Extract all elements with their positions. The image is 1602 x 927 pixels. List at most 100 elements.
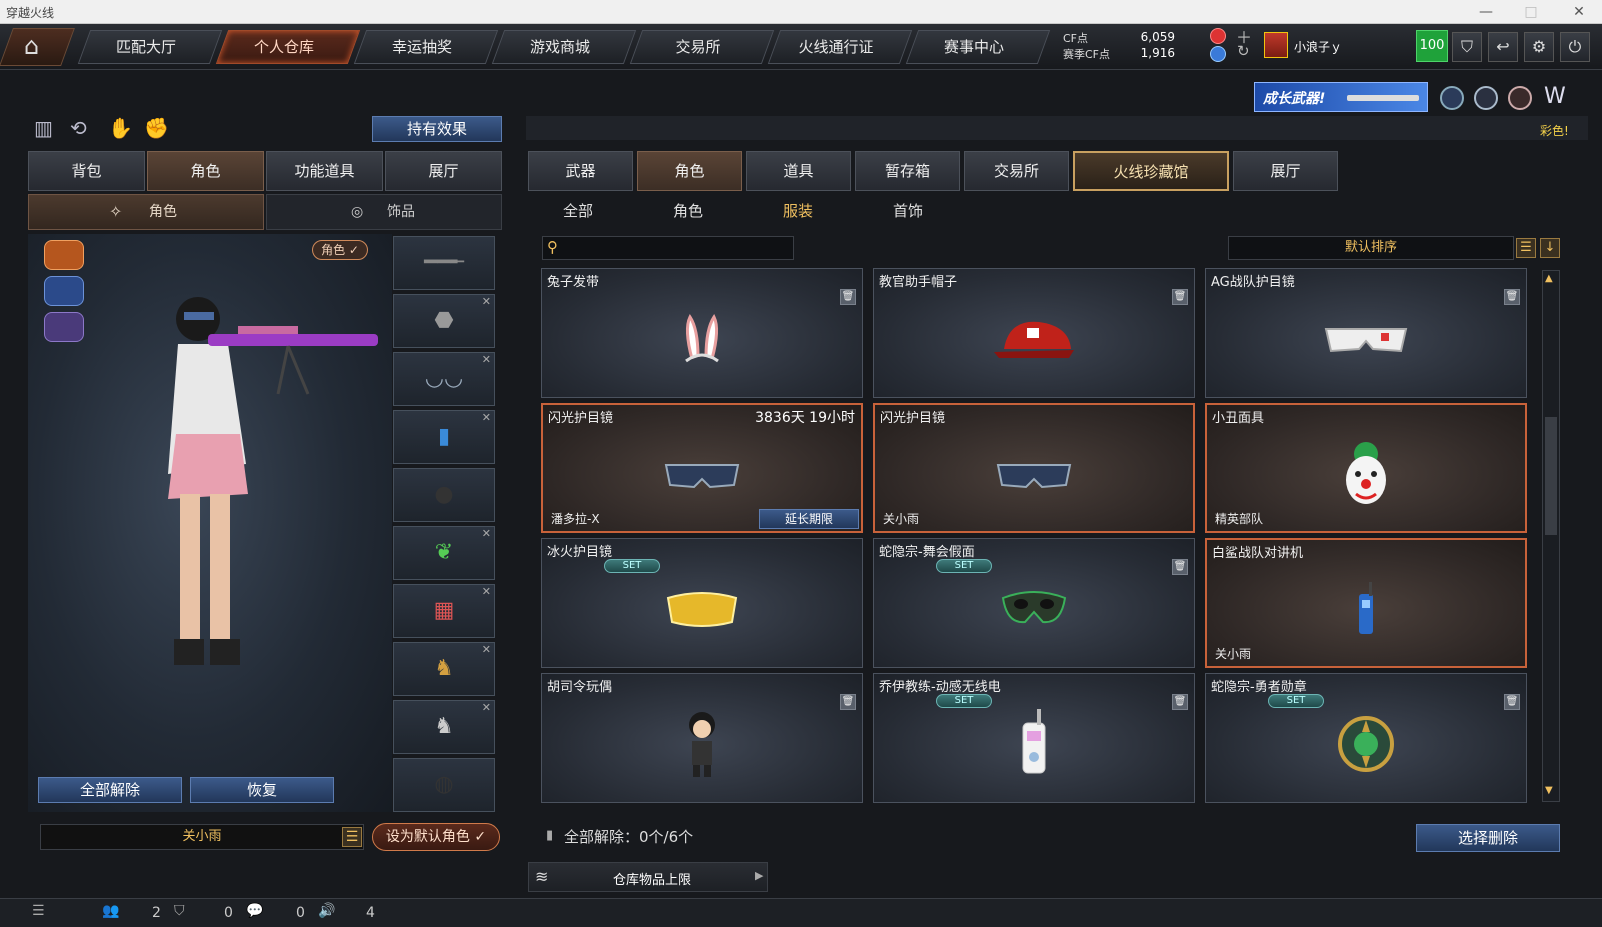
faction-icon-2[interactable] (44, 276, 84, 306)
badge-icon-2[interactable] (1474, 86, 1498, 110)
scroll-up-icon[interactable]: ▲ (1545, 273, 1553, 284)
settings-icon[interactable]: ⚙ (1524, 32, 1554, 62)
rtab-items[interactable]: 道具 (746, 151, 851, 191)
maximize-icon[interactable]: □ (1520, 2, 1542, 22)
search-icon: ⚲ (547, 238, 558, 256)
growth-weapon-banner[interactable]: 成长武器! (1254, 82, 1428, 112)
volume-icon[interactable]: 🔊 (318, 903, 335, 919)
tab-backpack[interactable]: 背包 (28, 151, 145, 191)
search-box[interactable]: ⚲ (542, 236, 794, 260)
item-card[interactable]: 胡司令玩偶 🗑 (541, 673, 863, 803)
item-card[interactable]: 闪光护目镜 关小雨 (873, 403, 1195, 533)
restore-button[interactable]: 恢复 (190, 777, 334, 803)
item-card[interactable]: 兔子发带 🗑 (541, 268, 863, 398)
minimize-icon[interactable]: — (1475, 2, 1497, 22)
medal-icon (1338, 716, 1394, 772)
expand-icon[interactable]: ▶ (755, 869, 763, 882)
character-preview[interactable]: 角色 ✓ (28, 234, 392, 812)
bookmark-icon: ▮ (546, 828, 554, 843)
doll-icon (689, 712, 715, 777)
slot-radio[interactable]: ✕ ▮ (393, 410, 495, 464)
slot-accessory-green[interactable]: ✕ ❦ (393, 526, 495, 580)
shield-icon[interactable]: ⛉ (1452, 32, 1482, 62)
set-default-character-button[interactable]: 设为默认角色 ✓ (372, 823, 500, 851)
item-card[interactable]: 冰火护目镜 SET (541, 538, 863, 668)
sort-direction-icon[interactable]: ↓ (1540, 238, 1560, 258)
category-clothing[interactable]: 服装 (748, 200, 848, 221)
slot-gold-dragon[interactable]: ✕ ♞ (393, 642, 495, 696)
scroll-down-icon[interactable]: ▼ (1545, 785, 1553, 796)
rtab-showroom[interactable]: 展厅 (1233, 151, 1338, 191)
refresh-icon[interactable]: ↻ (1237, 42, 1250, 60)
slot-card[interactable]: ✕ ▦ (393, 584, 495, 638)
item-card[interactable]: 教官助手帽子 🗑 (873, 268, 1195, 398)
item-name: 乔伊教练-动感无线电 (879, 680, 1001, 695)
item-art (542, 299, 862, 379)
level-badge[interactable]: 100 (1416, 30, 1448, 62)
faction-icon-3[interactable] (44, 312, 84, 342)
gesture-icon[interactable]: ✊ (144, 116, 169, 140)
rtab-character[interactable]: 角色 (637, 151, 742, 191)
tab-function-items[interactable]: 功能道具 (266, 151, 383, 191)
item-card[interactable]: AG战队护目镜 🗑 (1205, 268, 1527, 398)
slot-ring[interactable]: ◍ (393, 758, 495, 812)
rtab-collection[interactable]: 火线珍藏馆 (1073, 151, 1229, 191)
unequip-all-button[interactable]: 全部解除 (38, 777, 182, 803)
return-icon[interactable]: ↩ (1488, 32, 1518, 62)
tab-showroom[interactable]: 展厅 (385, 151, 502, 191)
category-character[interactable]: 角色 (638, 200, 738, 221)
sparkle-person-icon: ✧ (109, 202, 123, 221)
flash-goggles-icon (664, 464, 740, 489)
grid-scrollbar[interactable]: ▲ ▼ (1542, 270, 1560, 802)
season-cf-label: 赛季CF点 (1063, 48, 1111, 61)
item-card[interactable]: 蛇隐宗-舞会假面 SET 🗑 (873, 538, 1195, 668)
item-card[interactable]: 闪光护目镜 3836天 19小时 潘多拉-X 延长期限 (541, 403, 863, 533)
faction-icon-1[interactable] (44, 240, 84, 270)
slot-empty[interactable]: ● (393, 468, 495, 522)
character-name-field[interactable]: 关小雨 (40, 824, 364, 850)
friends-icon[interactable]: 👥 (102, 903, 119, 919)
rtab-weapons[interactable]: 武器 (528, 151, 633, 191)
category-all[interactable]: 全部 (528, 200, 628, 221)
item-art (874, 569, 1194, 649)
subtab-character[interactable]: ✧ 角色 (28, 194, 264, 230)
search-input[interactable] (569, 239, 789, 257)
rtab-temp-box[interactable]: 暂存箱 (855, 151, 960, 191)
menu-icon[interactable]: ☰ (32, 903, 45, 919)
scrollbar-thumb[interactable] (1545, 417, 1557, 535)
category-jewelry[interactable]: 首饰 (858, 200, 958, 221)
rifle-icon (1347, 95, 1419, 101)
slot-silver-dragon[interactable]: ✕ ♞ (393, 700, 495, 754)
subtab-accessory[interactable]: ◎ 饰品 (266, 194, 502, 230)
close-icon[interactable]: ✕ (1568, 2, 1590, 22)
stats-icon[interactable]: ▥ (34, 116, 53, 140)
white-goggles-icon (1324, 328, 1408, 353)
slot-helmet[interactable]: ✕ ⬣ (393, 294, 495, 348)
username[interactable]: 小浪子ｙ (1294, 38, 1342, 55)
storage-limit-bar[interactable]: ≋ 仓库物品上限 ▶ (528, 862, 768, 892)
item-card[interactable]: 白鲨战队对讲机 关小雨 (1205, 538, 1527, 668)
item-card[interactable]: 蛇隐宗-勇者勋章 SET 🗑 (1205, 673, 1527, 803)
item-card[interactable]: 小丑面具 精英部队 (1205, 403, 1527, 533)
rtab-exchange[interactable]: 交易所 (964, 151, 1069, 191)
badge-icon-1[interactable] (1440, 86, 1464, 110)
rotate-icon[interactable]: ⟲ (70, 116, 87, 140)
extend-duration-button[interactable]: 延长期限 (759, 509, 859, 529)
hold-effect-button[interactable]: 持有效果 (372, 116, 502, 142)
pose-icon[interactable]: ✋ (108, 116, 133, 140)
slot-goggles[interactable]: ✕ ◡◡ (393, 352, 495, 406)
clan-icon[interactable]: ⛉ (174, 903, 185, 919)
select-delete-button[interactable]: 选择删除 (1416, 824, 1560, 852)
item-card[interactable]: 乔伊教练-动感无线电 SET 🗑 (873, 673, 1195, 803)
badge-icon-3[interactable] (1508, 86, 1532, 110)
power-icon[interactable]: ⏻ (1560, 32, 1590, 62)
slot-weapon[interactable]: ━━╾ (393, 236, 495, 290)
tab-character[interactable]: 角色 (147, 151, 264, 191)
list-icon[interactable]: ☰ (342, 827, 362, 847)
sort-dropdown[interactable]: 默认排序 (1228, 236, 1514, 260)
list-view-icon[interactable]: ☰ (1516, 238, 1536, 258)
chat-icon[interactable]: 💬 (246, 903, 263, 919)
role-badge[interactable]: 角色 ✓ (312, 240, 368, 260)
window-title: 穿越火线 (6, 6, 55, 20)
badge-icon-4[interactable]: W (1544, 84, 1566, 109)
